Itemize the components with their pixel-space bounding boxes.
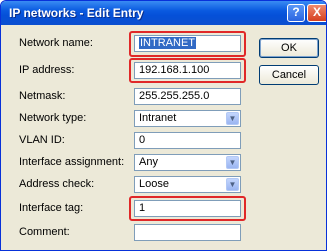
interface-assignment-value: Any [139, 156, 158, 168]
chevron-down-icon[interactable]: ▼ [226, 156, 239, 169]
address-check-label: Address check: [19, 178, 95, 190]
ok-button[interactable]: OK [259, 38, 319, 58]
comment-field[interactable] [134, 224, 241, 241]
chevron-down-icon[interactable]: ▼ [226, 112, 239, 125]
ip-address-label: IP address: [19, 64, 75, 76]
vlan-id-label: VLAN ID: [19, 134, 65, 146]
network-type-label: Network type: [19, 112, 87, 124]
help-icon[interactable]: ? [287, 4, 305, 22]
edit-entry-dialog: IP networks - Edit Entry ? X Network nam… [0, 0, 327, 251]
chevron-down-icon[interactable]: ▼ [226, 178, 239, 191]
interface-tag-highlight [129, 196, 246, 221]
title-bar[interactable]: IP networks - Edit Entry ? X [1, 1, 326, 25]
cancel-button[interactable]: Cancel [259, 65, 319, 85]
interface-tag-label: Interface tag: [19, 202, 84, 214]
ip-address-highlight [129, 58, 246, 83]
netmask-field[interactable]: 255.255.255.0 [134, 88, 241, 105]
address-check-select[interactable]: Loose ▼ [134, 176, 241, 193]
network-type-select[interactable]: Intranet ▼ [134, 110, 241, 127]
dialog-title: IP networks - Edit Entry [9, 6, 144, 20]
netmask-value: 255.255.255.0 [139, 90, 210, 102]
close-icon[interactable]: X [307, 4, 326, 22]
interface-assignment-select[interactable]: Any ▼ [134, 154, 241, 171]
address-check-value: Loose [139, 178, 169, 190]
network-name-label: Network name: [19, 37, 93, 49]
vlan-id-value: 0 [139, 134, 146, 146]
vlan-id-field[interactable]: 0 [134, 132, 241, 149]
comment-label: Comment: [19, 226, 70, 238]
netmask-label: Netmask: [19, 90, 66, 102]
network-name-highlight [129, 31, 246, 57]
network-type-value: Intranet [139, 112, 177, 124]
interface-assignment-label: Interface assignment: [19, 156, 125, 168]
